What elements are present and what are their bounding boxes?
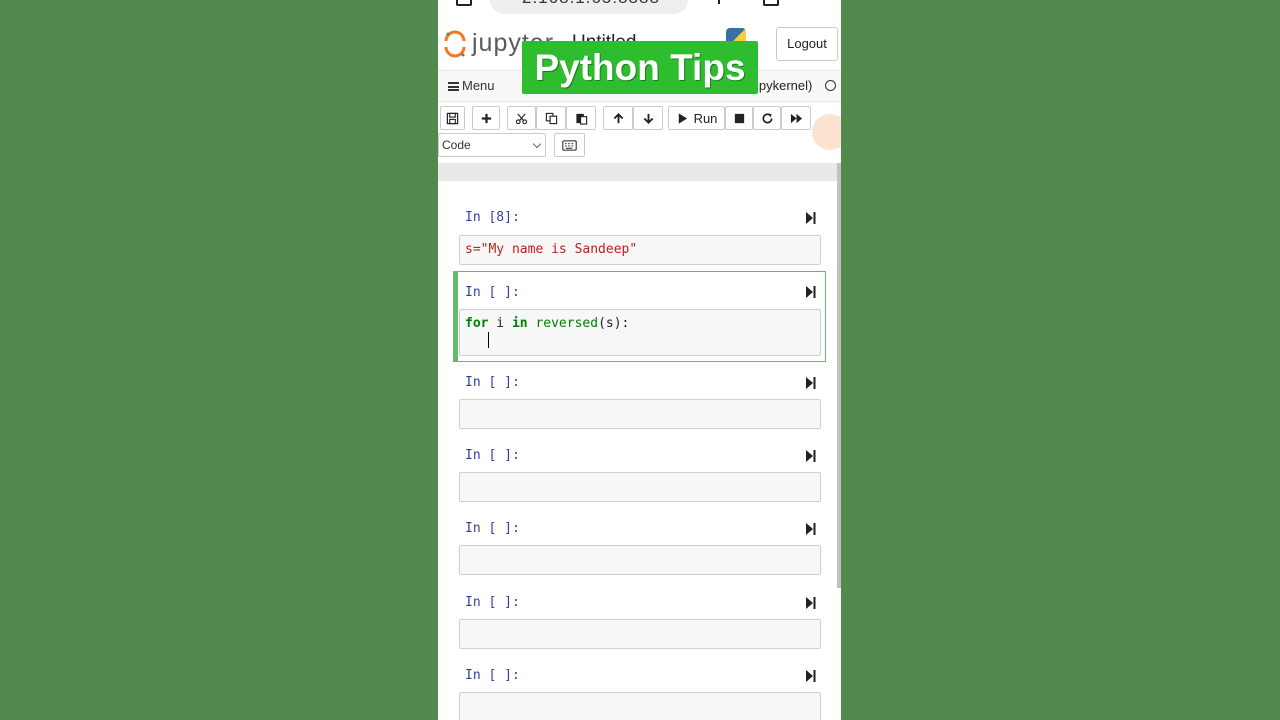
home-icon[interactable] xyxy=(456,0,472,6)
run-cell-icon[interactable] xyxy=(806,212,816,224)
menu-label: Menu xyxy=(462,78,495,93)
run-cell-icon[interactable] xyxy=(806,670,816,682)
code-variable: i xyxy=(488,316,512,331)
kernel-status-icon xyxy=(825,80,836,91)
jupyter-logo-icon[interactable] xyxy=(444,30,466,58)
code-cell[interactable]: In [ ]: xyxy=(453,362,826,432)
restart-icon xyxy=(762,112,773,123)
move-up-button[interactable] xyxy=(603,106,633,130)
code-function: reversed xyxy=(535,316,599,331)
run-cell-icon[interactable] xyxy=(806,377,816,389)
plus-icon xyxy=(481,113,491,123)
toolbar: Run Code xyxy=(438,106,841,166)
plus-icon[interactable] xyxy=(718,0,720,4)
paste-button[interactable] xyxy=(566,106,596,130)
cell-prompt: In [ ]: xyxy=(465,448,520,463)
cut-button[interactable] xyxy=(507,106,536,130)
move-down-button[interactable] xyxy=(633,106,663,130)
browser-viewport: 2.168.1.65:8888 jupyter Untitled Logout … xyxy=(438,0,841,720)
play-icon xyxy=(678,112,687,124)
text-cursor xyxy=(488,332,490,348)
keyboard-icon xyxy=(562,139,577,151)
run-cell-icon[interactable] xyxy=(806,597,816,609)
copy-icon xyxy=(545,112,557,124)
code-cell[interactable]: In [ ]: xyxy=(453,582,826,652)
menu-button[interactable]: Menu xyxy=(448,78,495,93)
run-cell-icon[interactable] xyxy=(806,523,816,535)
cell-prompt: In [8]: xyxy=(465,210,520,225)
code-editor[interactable] xyxy=(459,472,821,502)
insert-cell-button[interactable] xyxy=(472,106,500,130)
kernel-name[interactable]: ipykernel) xyxy=(756,78,812,93)
code-editor[interactable] xyxy=(459,692,821,720)
code-args: (s): xyxy=(598,316,630,331)
copy-button[interactable] xyxy=(536,106,566,130)
code-cell[interactable]: In [ ]: xyxy=(453,435,826,505)
code-cell[interactable]: In [ ]: xyxy=(453,655,826,720)
interrupt-button[interactable] xyxy=(725,106,753,130)
code-editor[interactable] xyxy=(459,399,821,429)
notebook-container: In [8]: s="My name is Sandeep" In [ ]: f… xyxy=(438,181,836,720)
save-icon xyxy=(446,112,459,124)
cell-prompt: In [ ]: xyxy=(465,375,520,390)
run-label: Run xyxy=(693,110,718,126)
fast-forward-icon xyxy=(790,113,802,123)
hamburger-icon xyxy=(448,82,459,91)
touch-indicator xyxy=(812,114,841,150)
chevron-down-icon xyxy=(532,139,542,149)
code-cell[interactable]: In [ ]: xyxy=(453,508,826,578)
video-title-banner: Python Tips xyxy=(522,41,758,94)
cell-prompt: In [ ]: xyxy=(465,595,520,610)
code-keyword: for xyxy=(465,316,489,331)
url-text: 2.168.1.65:8888 xyxy=(522,0,660,8)
run-button[interactable]: Run xyxy=(668,106,725,130)
code-cell[interactable]: In [8]: s="My name is Sandeep" xyxy=(453,201,826,271)
code-cell-selected[interactable]: In [ ]: for i in reversed(s): xyxy=(453,271,826,362)
paste-icon xyxy=(575,113,587,125)
cell-type-value: Code xyxy=(442,138,471,152)
cell-prompt: In [ ]: xyxy=(465,521,520,536)
run-all-button[interactable] xyxy=(781,106,811,130)
run-cell-icon[interactable] xyxy=(806,450,816,462)
code-editor[interactable]: for i in reversed(s): xyxy=(459,309,821,356)
browser-url-bar: 2.168.1.65:8888 xyxy=(438,0,841,23)
run-cell-icon[interactable] xyxy=(806,286,816,298)
stop-icon xyxy=(734,113,744,123)
command-palette-button[interactable] xyxy=(554,133,585,157)
code-editor[interactable] xyxy=(459,545,821,575)
scrollbar[interactable] xyxy=(837,163,841,588)
arrow-up-icon xyxy=(613,112,623,123)
restart-button[interactable] xyxy=(753,106,781,130)
save-button[interactable] xyxy=(440,106,465,130)
notebook-gutter xyxy=(438,163,841,181)
tabs-icon[interactable] xyxy=(763,0,779,6)
code-editor[interactable] xyxy=(459,619,821,649)
cell-type-select[interactable]: Code xyxy=(438,133,546,157)
code-editor[interactable]: s="My name is Sandeep" xyxy=(459,235,821,265)
cell-prompt: In [ ]: xyxy=(465,285,520,300)
scissors-icon xyxy=(515,112,528,124)
code-keyword: in xyxy=(511,316,528,331)
code-line: s="My name is Sandeep" xyxy=(465,242,638,257)
arrow-down-icon xyxy=(643,113,653,124)
logout-button[interactable]: Logout xyxy=(776,27,838,61)
cell-prompt: In [ ]: xyxy=(465,668,520,683)
